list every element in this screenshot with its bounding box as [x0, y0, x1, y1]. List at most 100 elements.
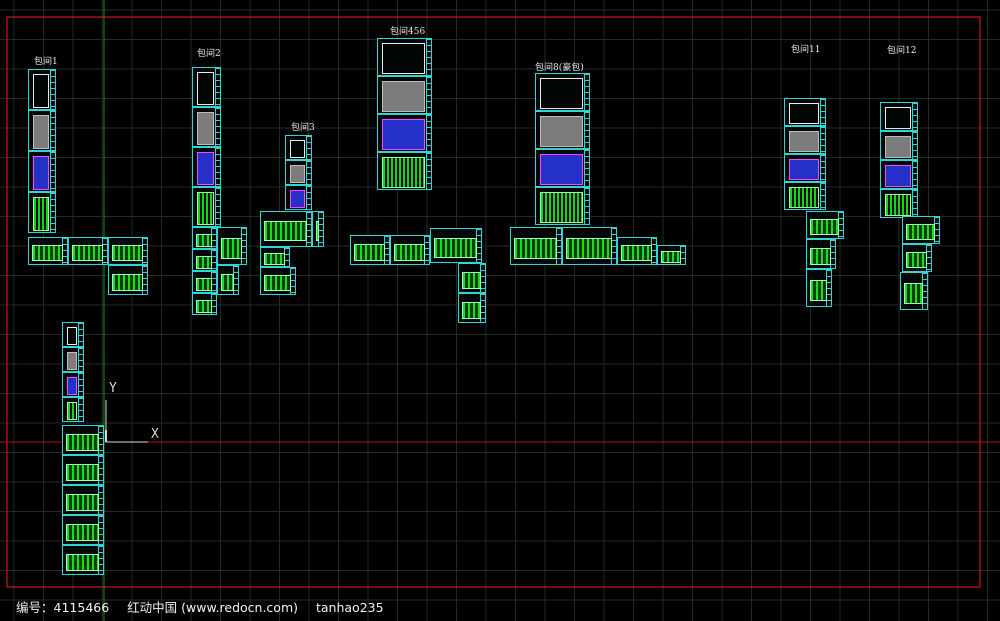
drawing-sheet[interactable]: [192, 67, 221, 107]
drawing-sheet[interactable]: [390, 235, 430, 265]
drawing-sheet[interactable]: [377, 114, 432, 152]
drawing-sheet[interactable]: [880, 131, 918, 160]
drawing-sheet[interactable]: [784, 182, 826, 210]
title-block: [912, 161, 917, 188]
drawing-sheet[interactable]: [902, 216, 940, 244]
drawing-border: [6, 16, 981, 588]
drawing-sheet[interactable]: [260, 211, 312, 247]
drawing-sheet[interactable]: [62, 397, 84, 422]
drawing-sheet[interactable]: [192, 227, 217, 249]
elevation-drawing: [196, 234, 212, 247]
site-name: 红动中国 (www.redocn.com): [127, 600, 298, 615]
title-block: [584, 74, 589, 110]
drawing-sheet[interactable]: [617, 237, 657, 265]
drawing-sheet[interactable]: [562, 227, 617, 265]
drawing-sheet[interactable]: [217, 265, 239, 295]
drawing-sheet[interactable]: [68, 237, 108, 265]
title-block: [820, 99, 825, 125]
drawing-sheet[interactable]: [350, 235, 390, 265]
axis-x-label: X: [151, 427, 159, 442]
elevation-drawing: [514, 238, 557, 259]
drawing-sheet[interactable]: [285, 135, 312, 160]
elevation-drawing: [66, 524, 99, 541]
drawing-sheet[interactable]: [192, 271, 217, 293]
drawing-sheet[interactable]: [535, 73, 590, 111]
drawing-sheet[interactable]: [62, 425, 104, 455]
drawing-sheet[interactable]: [784, 98, 826, 126]
drawing-sheet[interactable]: [657, 245, 686, 265]
title-block: [426, 39, 431, 75]
drawing-sheet[interactable]: [62, 455, 104, 485]
drawing-sheet[interactable]: [880, 189, 918, 218]
elevation-drawing: [264, 253, 285, 265]
drawing-sheet[interactable]: [108, 237, 148, 265]
room-label-2: 包间2: [197, 49, 221, 59]
title-block: [78, 323, 83, 346]
elevation-drawing: [72, 245, 103, 261]
drawing-sheet[interactable]: [108, 265, 148, 295]
drawing-sheet[interactable]: [784, 154, 826, 182]
id-value: 4115466: [53, 600, 110, 615]
elevation-drawing: [906, 252, 927, 268]
drawing-sheet[interactable]: [535, 187, 590, 225]
drawing-sheet[interactable]: [880, 102, 918, 131]
drawing-sheet[interactable]: [377, 38, 432, 76]
drawing-sheet[interactable]: [62, 372, 84, 397]
drawing-sheet[interactable]: [192, 249, 217, 271]
drawing-sheet[interactable]: [28, 69, 56, 110]
drawing-sheet[interactable]: [260, 247, 290, 267]
drawing-sheet[interactable]: [62, 347, 84, 372]
title-block: [215, 108, 220, 146]
drawing-sheet[interactable]: [900, 272, 928, 310]
drawing-sheet[interactable]: [377, 152, 432, 190]
drawing-sheet[interactable]: [510, 227, 562, 265]
cad-drawing-canvas[interactable]: X Y 包间1 包间2 包间3 包间456 包间8(豪包) 包间11 包间12 …: [0, 0, 1000, 621]
elevation-drawing: [661, 251, 681, 263]
drawing-sheet[interactable]: [430, 228, 482, 263]
drawing-sheet[interactable]: [535, 149, 590, 187]
drawing-sheet[interactable]: [458, 293, 486, 323]
drawing-sheet[interactable]: [260, 267, 296, 295]
title-block: [584, 112, 589, 148]
floor-plan: [789, 187, 819, 208]
drawing-sheet[interactable]: [377, 76, 432, 114]
drawing-sheet[interactable]: [28, 192, 56, 233]
drawing-sheet[interactable]: [28, 110, 56, 151]
floor-plan: [197, 152, 214, 185]
title-block: [78, 398, 83, 421]
drawing-sheet[interactable]: [62, 545, 104, 575]
drawing-sheet[interactable]: [62, 485, 104, 515]
elevation-drawing: [66, 464, 99, 481]
elevation-drawing: [394, 244, 425, 261]
room-label-11: 包间11: [791, 45, 821, 55]
drawing-sheet[interactable]: [784, 126, 826, 154]
elevation-drawing: [66, 494, 99, 511]
drawing-sheet[interactable]: [62, 322, 84, 347]
floor-plan: [67, 352, 77, 370]
drawing-sheet[interactable]: [312, 211, 324, 247]
drawing-sheet[interactable]: [535, 111, 590, 149]
title-block: [820, 183, 825, 209]
drawing-sheet[interactable]: [28, 151, 56, 192]
drawing-sheet[interactable]: [902, 244, 932, 272]
drawing-sheet[interactable]: [192, 147, 221, 187]
drawing-sheet[interactable]: [285, 160, 312, 185]
elevation-drawing: [264, 221, 307, 241]
floor-plan: [33, 115, 49, 149]
drawing-sheet[interactable]: [217, 227, 247, 265]
drawing-sheet[interactable]: [192, 187, 221, 227]
drawing-sheet[interactable]: [880, 160, 918, 189]
title-block: [78, 373, 83, 396]
drawing-sheet[interactable]: [806, 211, 844, 239]
drawing-sheet[interactable]: [192, 293, 217, 315]
drawing-sheet[interactable]: [285, 185, 312, 210]
drawing-sheet[interactable]: [62, 515, 104, 545]
drawing-sheet[interactable]: [806, 239, 836, 269]
drawing-sheet[interactable]: [28, 237, 68, 265]
drawing-sheet[interactable]: [192, 107, 221, 147]
title-block: [50, 70, 55, 109]
floor-plan: [382, 119, 425, 150]
drawing-sheet[interactable]: [806, 269, 832, 307]
drawing-sheet[interactable]: [458, 263, 486, 293]
title-block: [426, 153, 431, 189]
